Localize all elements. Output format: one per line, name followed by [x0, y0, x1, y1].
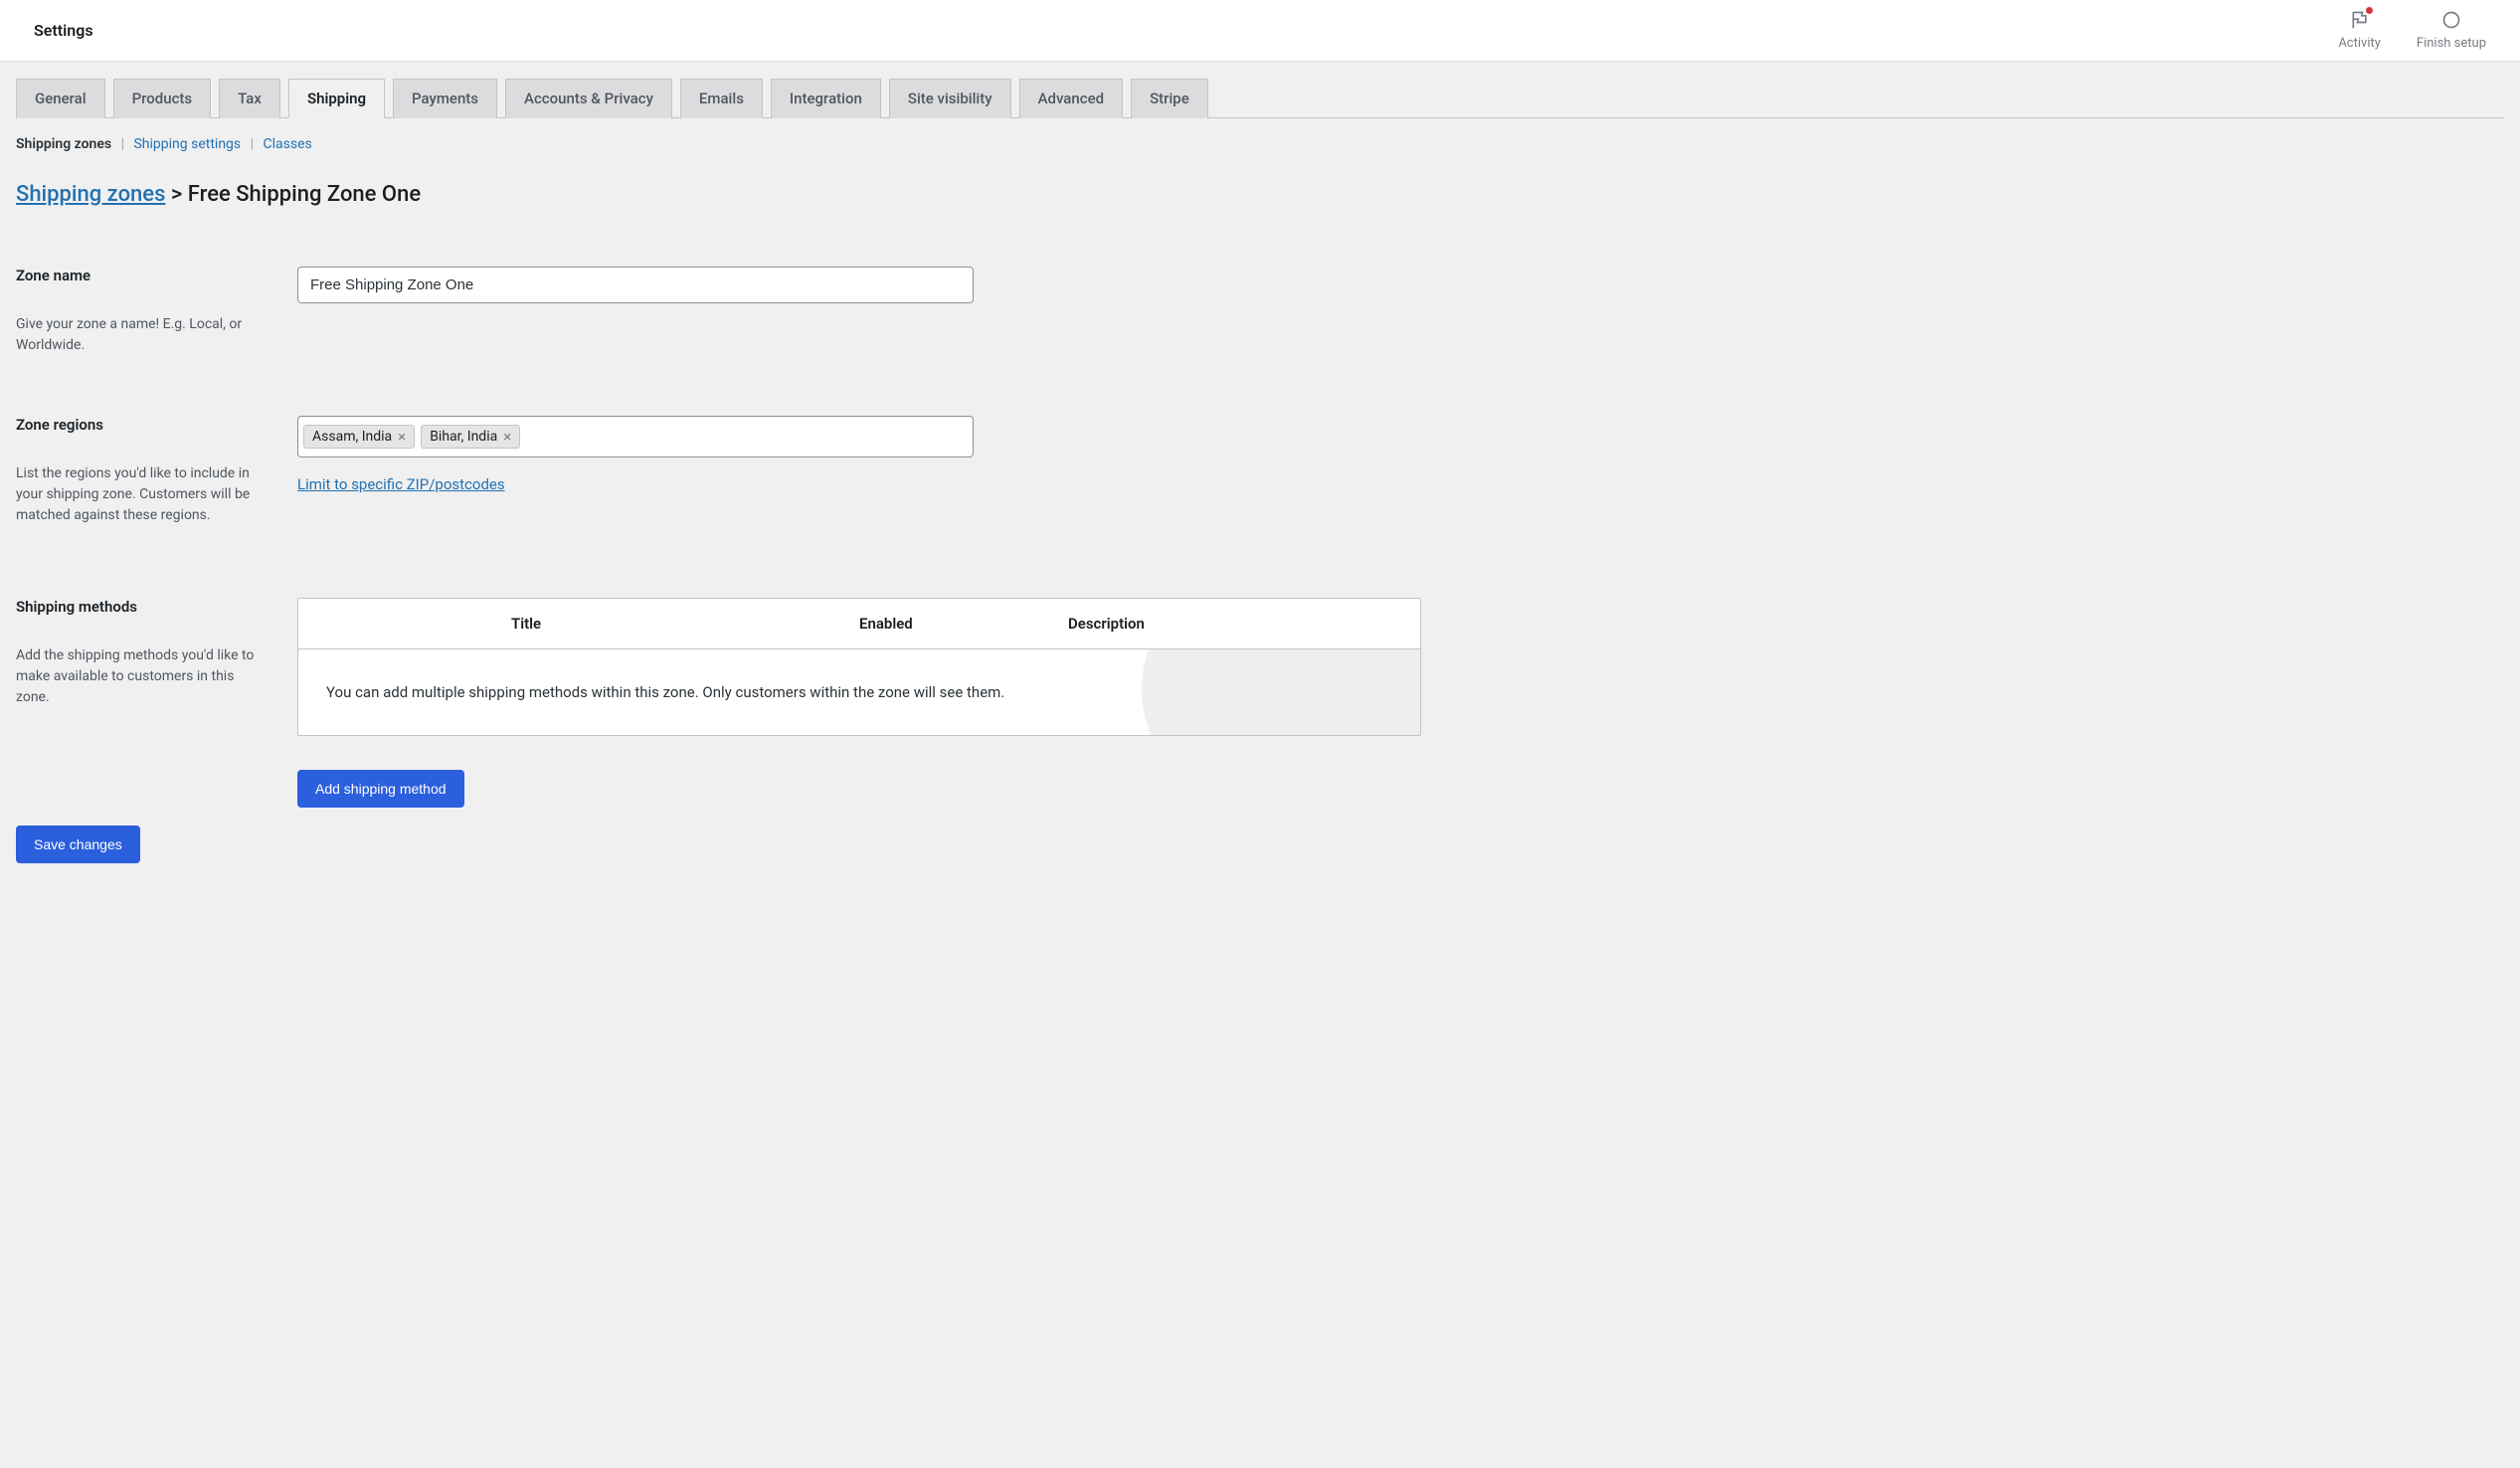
methods-empty-message: You can add multiple shipping methods wi…	[326, 683, 1004, 701]
subtab-shipping-settings[interactable]: Shipping settings	[133, 136, 241, 152]
column-enabled: Enabled	[720, 615, 979, 633]
subtab-separator: |	[251, 136, 254, 152]
settings-tabs: General Products Tax Shipping Payments A…	[16, 78, 2504, 118]
zone-name-label: Zone name	[16, 267, 297, 284]
tab-shipping[interactable]: Shipping	[288, 79, 385, 118]
top-bar: Settings Activity Finish setup	[0, 0, 2520, 62]
breadcrumb-shipping-zones-link[interactable]: Shipping zones	[16, 182, 165, 207]
breadcrumb-current: Free Shipping Zone One	[188, 182, 421, 207]
subtab-separator: |	[121, 136, 124, 152]
methods-table-header: Title Enabled Description	[298, 599, 1420, 649]
limit-zip-link[interactable]: Limit to specific ZIP/postcodes	[297, 475, 505, 493]
tab-tax[interactable]: Tax	[219, 79, 280, 118]
zone-name-input-col	[297, 267, 974, 356]
tab-stripe[interactable]: Stripe	[1131, 79, 1208, 118]
zone-regions-label-col: Zone regions List the regions you'd like…	[16, 416, 297, 526]
shipping-methods-description: Add the shipping methods you'd like to m…	[16, 645, 260, 708]
region-tag: Assam, India ×	[303, 425, 415, 449]
region-tag: Bihar, India ×	[421, 425, 520, 449]
breadcrumb-separator: >	[171, 182, 182, 207]
zone-regions-label: Zone regions	[16, 416, 297, 434]
tab-accounts-privacy[interactable]: Accounts & Privacy	[505, 79, 672, 118]
tab-site-visibility[interactable]: Site visibility	[889, 79, 1011, 118]
shipping-methods-label-col: Shipping methods Add the shipping method…	[16, 598, 297, 808]
shipping-watermark-icon	[1082, 649, 1420, 735]
activity-label: Activity	[2338, 36, 2381, 51]
tab-products[interactable]: Products	[113, 79, 212, 118]
methods-empty-state: You can add multiple shipping methods wi…	[298, 649, 1420, 735]
shipping-subtabs: Shipping zones | Shipping settings | Cla…	[16, 136, 2504, 152]
zone-regions-input-col: Assam, India × Bihar, India × Limit to s…	[297, 416, 974, 526]
tab-integration[interactable]: Integration	[771, 79, 881, 118]
zone-name-label-col: Zone name Give your zone a name! E.g. Lo…	[16, 267, 297, 356]
zone-regions-description: List the regions you'd like to include i…	[16, 463, 260, 526]
page-title: Settings	[34, 21, 93, 40]
subtab-classes[interactable]: Classes	[264, 136, 312, 152]
shipping-methods-label: Shipping methods	[16, 598, 297, 616]
shipping-methods-content: Title Enabled Description You can add mu…	[297, 598, 2504, 808]
breadcrumb: Shipping zones > Free Shipping Zone One	[16, 182, 2504, 207]
tab-advanced[interactable]: Advanced	[1019, 79, 1123, 118]
zone-name-section: Zone name Give your zone a name! E.g. Lo…	[16, 267, 2504, 356]
zone-name-input[interactable]	[297, 267, 974, 303]
zone-regions-section: Zone regions List the regions you'd like…	[16, 416, 2504, 526]
finish-setup-label: Finish setup	[2417, 36, 2486, 51]
region-tag-label: Assam, India	[312, 429, 392, 445]
save-changes-button[interactable]: Save changes	[16, 826, 140, 863]
remove-tag-icon[interactable]: ×	[398, 430, 406, 445]
tab-payments[interactable]: Payments	[393, 79, 497, 118]
zone-regions-input[interactable]: Assam, India × Bihar, India ×	[297, 416, 974, 458]
content-area: General Products Tax Shipping Payments A…	[0, 62, 2520, 879]
add-shipping-method-button[interactable]: Add shipping method	[297, 770, 464, 808]
flag-icon	[2350, 10, 2370, 34]
column-description: Description	[979, 615, 1396, 633]
subtab-shipping-zones[interactable]: Shipping zones	[16, 136, 111, 152]
circle-icon	[2441, 10, 2461, 34]
remove-tag-icon[interactable]: ×	[503, 430, 511, 445]
column-title: Title	[322, 615, 720, 633]
region-tag-label: Bihar, India	[430, 429, 497, 445]
shipping-methods-section: Shipping methods Add the shipping method…	[16, 598, 2504, 808]
finish-setup-button[interactable]: Finish setup	[2417, 10, 2486, 51]
tab-emails[interactable]: Emails	[680, 79, 763, 118]
topbar-actions: Activity Finish setup	[2338, 10, 2486, 51]
zone-name-description: Give your zone a name! E.g. Local, or Wo…	[16, 314, 260, 356]
activity-button[interactable]: Activity	[2338, 10, 2381, 51]
tab-general[interactable]: General	[16, 79, 105, 118]
shipping-methods-table: Title Enabled Description You can add mu…	[297, 598, 1421, 736]
